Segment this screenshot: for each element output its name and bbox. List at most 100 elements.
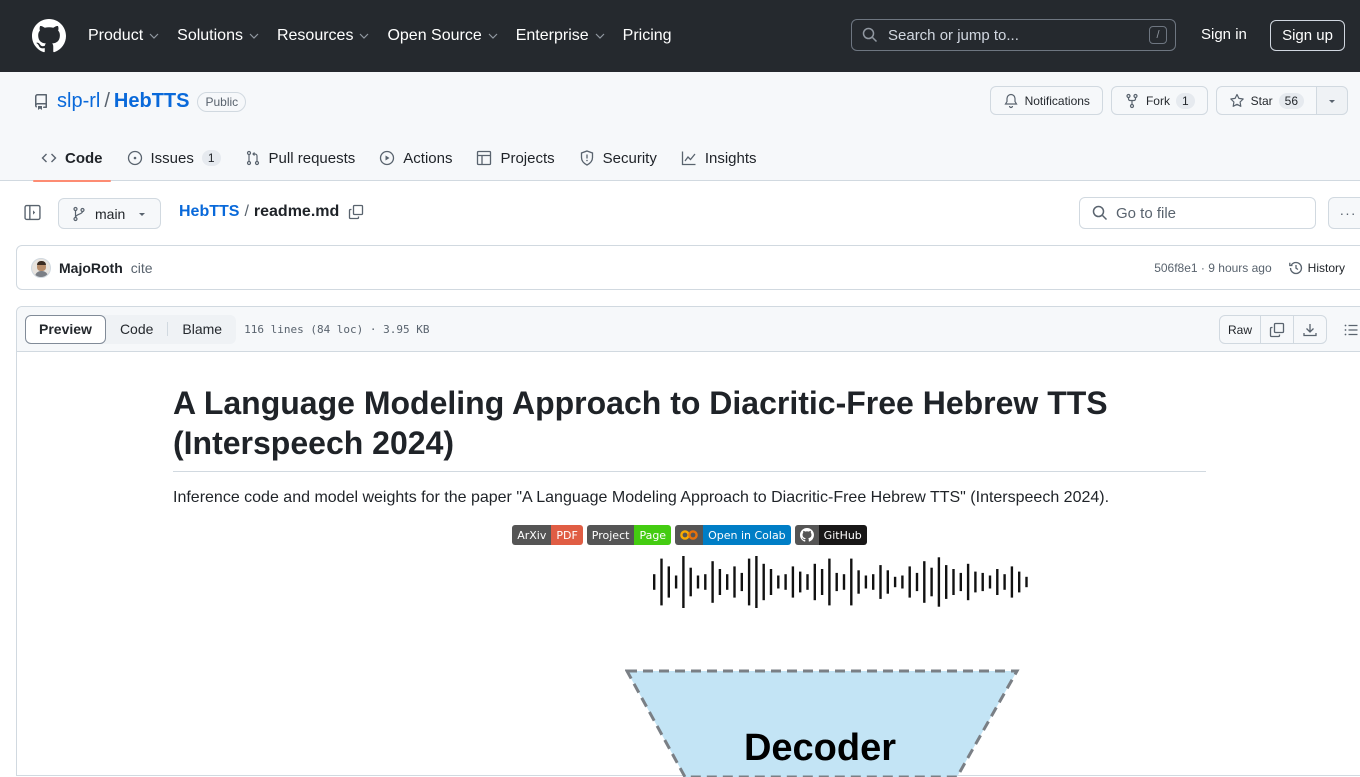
waveform-bar	[872, 574, 875, 590]
waveform-bar	[653, 574, 656, 590]
repo-name-link[interactable]: HebTTS	[114, 90, 190, 113]
branch-selector[interactable]: main	[58, 198, 161, 229]
waveform-bar	[784, 574, 787, 590]
nav-open-source[interactable]: Open Source	[387, 27, 498, 45]
graph-icon	[681, 151, 696, 166]
search-placeholder: Search or jump to...	[888, 26, 1019, 44]
nav-resources[interactable]: Resources	[277, 27, 369, 45]
repo-title: slp-rl / HebTTS Public	[33, 90, 247, 113]
global-search-input[interactable]: Search or jump to... /	[851, 19, 1176, 51]
waveform-bar	[952, 569, 955, 595]
history-button[interactable]: History	[1288, 260, 1345, 276]
nav-product-label: Product	[88, 27, 144, 44]
sidebar-expand-button[interactable]	[24, 204, 41, 224]
sign-in-link[interactable]: Sign in	[1201, 26, 1247, 43]
tab-insights[interactable]: Insights	[673, 135, 765, 181]
tab-security-label: Security	[602, 149, 657, 167]
nav-enterprise-label: Enterprise	[515, 27, 589, 44]
star-button[interactable]: Star 56	[1215, 86, 1317, 115]
kebab-horizontal-icon: ···	[1339, 205, 1357, 221]
waveform-bar	[1018, 571, 1021, 593]
notifications-label: Notifications	[1024, 93, 1090, 108]
waveform-bar	[996, 569, 999, 595]
tab-actions[interactable]: Actions	[371, 135, 460, 181]
avatar[interactable]	[31, 257, 51, 278]
nav-open-source-label: Open Source	[387, 27, 482, 44]
fork-button[interactable]: Fork 1	[1110, 86, 1208, 115]
breadcrumb-repo-link[interactable]: HebTTS	[179, 203, 239, 221]
nav-solutions[interactable]: Solutions	[177, 27, 259, 45]
repo-header: slp-rl / HebTTS Public Notifications For…	[0, 72, 1360, 182]
readme-title: A Language Modeling Approach to Diacriti…	[173, 383, 1206, 472]
commit-sha-link[interactable]: 506f8e1	[1154, 261, 1197, 275]
copy-path-icon[interactable]	[348, 204, 364, 220]
readme-content: A Language Modeling Approach to Diacriti…	[173, 353, 1206, 545]
nav-product[interactable]: Product	[88, 27, 159, 45]
issues-count: 1	[201, 150, 221, 166]
chevron-down-icon	[360, 33, 369, 39]
waveform-bar	[740, 572, 743, 592]
tab-projects[interactable]: Projects	[468, 135, 562, 181]
tab-code[interactable]: Code	[33, 135, 111, 182]
sign-up-button[interactable]: Sign up	[1270, 20, 1345, 51]
waveform-bar	[923, 561, 926, 603]
branch-icon	[73, 206, 85, 221]
repo-owner-link[interactable]: slp-rl	[57, 90, 100, 113]
commit-time: 9 hours ago	[1208, 260, 1272, 275]
tab-issues[interactable]: Issues 1	[119, 135, 229, 181]
tab-pull-requests[interactable]: Pull requests	[237, 135, 364, 181]
preview-tab[interactable]: Preview	[25, 314, 106, 344]
waveform-bar	[762, 563, 765, 601]
architecture-diagram: Decoder	[625, 556, 1028, 777]
chevron-down-icon	[149, 33, 159, 39]
star-dropdown-button[interactable]	[1317, 86, 1348, 115]
raw-button[interactable]: Raw	[1220, 316, 1261, 343]
nav-enterprise[interactable]: Enterprise	[516, 27, 605, 45]
waveform-bar	[704, 574, 707, 590]
chevron-down-icon	[488, 33, 498, 39]
waveform-bar	[1010, 566, 1014, 598]
arxiv-badge[interactable]: ArXiv PDF	[512, 525, 583, 545]
readme-description: Inference code and model weights for the…	[173, 489, 1110, 506]
waveform-bar	[842, 574, 846, 590]
arxiv-badge-value: PDF	[551, 525, 583, 545]
code-view-tab[interactable]: Code	[106, 315, 167, 344]
waveform-bar	[959, 572, 962, 592]
commit-message-link[interactable]: cite	[131, 260, 153, 276]
github-logo-icon[interactable]	[32, 19, 66, 53]
waveform-bar	[974, 571, 977, 593]
waveform-bar	[893, 576, 897, 588]
nav-pricing[interactable]: Pricing	[623, 27, 672, 45]
waveform-bar	[755, 556, 758, 608]
commit-author-link[interactable]: MajoRoth	[59, 260, 123, 276]
code-icon	[41, 153, 57, 163]
waveform-bar	[988, 575, 992, 589]
waveform-bar	[674, 575, 678, 589]
waveform-bar	[835, 572, 838, 592]
waveform-bar	[696, 575, 700, 589]
play-icon	[380, 150, 395, 166]
download-button[interactable]	[1294, 316, 1326, 343]
waveform-bar	[857, 570, 860, 594]
list-unordered-icon	[1344, 324, 1358, 335]
star-count: 56	[1278, 92, 1304, 109]
more-options-button[interactable]: ···	[1328, 197, 1360, 229]
repo-title-separator: /	[104, 90, 110, 112]
chevron-down-icon	[249, 33, 259, 39]
tab-security[interactable]: Security	[571, 135, 665, 181]
star-label: Star	[1250, 93, 1273, 108]
tab-insights-label: Insights	[704, 149, 757, 167]
fork-label: Fork	[1145, 93, 1170, 108]
outline-button[interactable]	[1343, 322, 1359, 338]
blame-tab[interactable]: Blame	[168, 315, 236, 344]
waveform-bar	[667, 566, 670, 598]
tab-code-label: Code	[65, 149, 103, 167]
go-to-file-input[interactable]: Go to file	[1079, 197, 1316, 229]
nav-solutions-label: Solutions	[177, 27, 243, 44]
notifications-button[interactable]: Notifications	[989, 86, 1103, 115]
copy-raw-button[interactable]	[1261, 316, 1294, 343]
tab-actions-label: Actions	[403, 149, 453, 167]
table-icon	[477, 150, 492, 166]
global-nav: Product Solutions Resources Open Source …	[88, 27, 690, 45]
sidebar-expand-icon	[24, 204, 41, 221]
